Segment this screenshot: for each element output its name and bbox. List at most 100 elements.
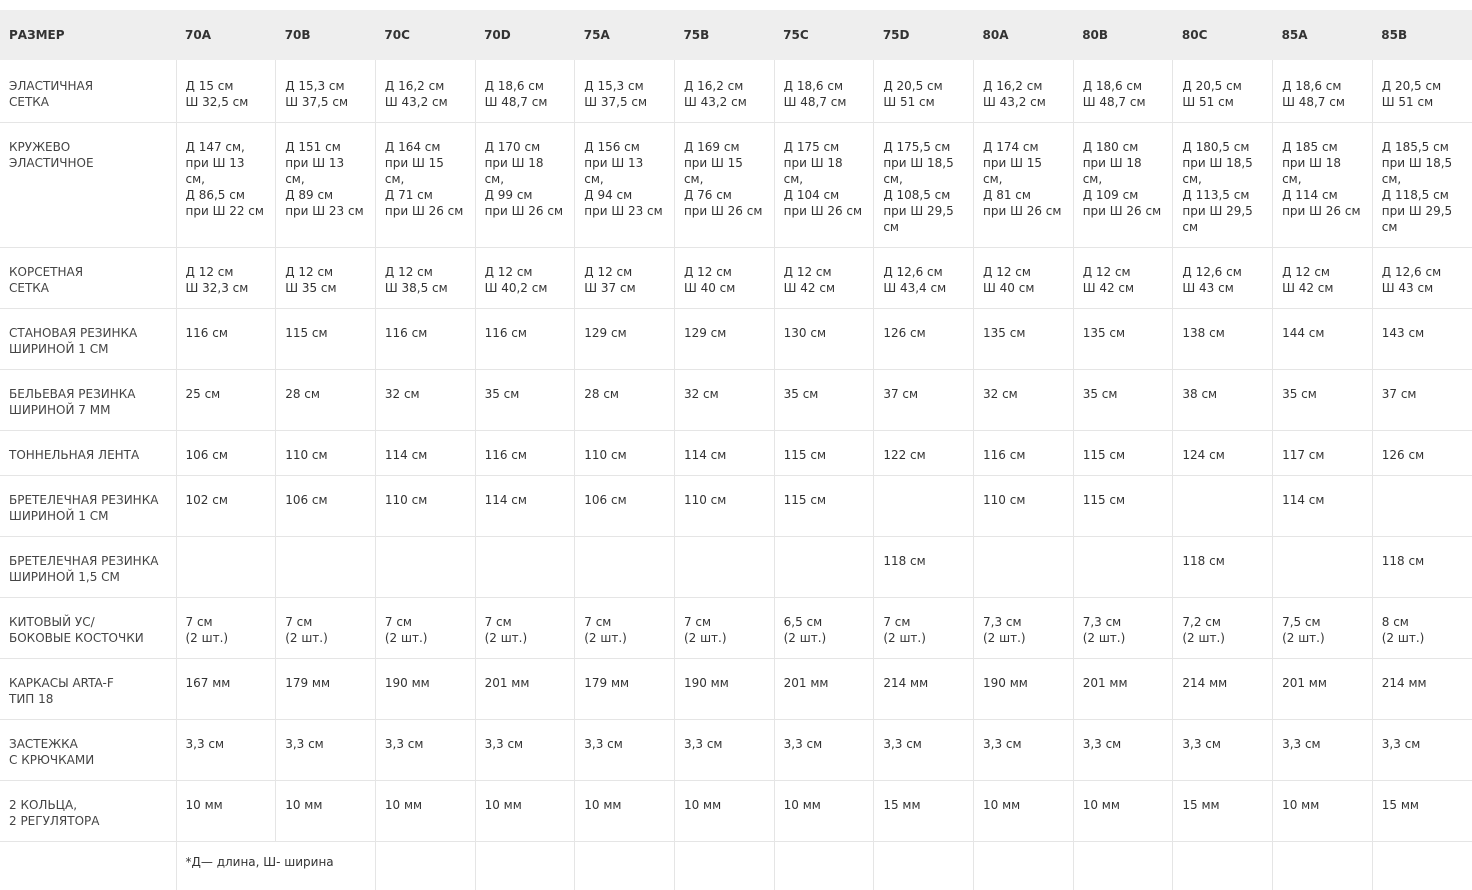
table-cell: 117 см [1273,431,1373,476]
table-cell: 3,3 см [475,720,575,781]
table-cell: Д 169 см при Ш 15 см, Д 76 см при Ш 26 с… [674,123,774,248]
table-cell: Д 16,2 см Ш 43,2 см [974,60,1074,123]
table-cell [475,537,575,598]
header-size-80b: 80B [1073,10,1173,60]
note-spacer [475,842,575,890]
table-cell: 3,3 см [575,720,675,781]
note-spacer [575,842,675,890]
table-cell: 201 мм [1273,659,1373,720]
row-label: ЗАСТЕЖКА С КРЮЧКАМИ [0,720,176,781]
table-cell: 7 см (2 шт.) [276,598,376,659]
note-row: *Д— длина, Ш- ширина [0,842,1472,890]
row-label: 2 КОЛЬЦА, 2 РЕГУЛЯТОРА [0,781,176,842]
table-cell: 10 мм [774,781,874,842]
table-cell: Д 15 см Ш 32,5 см [176,60,276,123]
table-cell [176,537,276,598]
table-cell: 35 см [475,370,575,431]
table-cell: Д 147 см, при Ш 13 см, Д 86,5 см при Ш 2… [176,123,276,248]
table-cell: 3,3 см [1273,720,1373,781]
header-size-85b: 85B [1372,10,1472,60]
table-cell: 6,5 см (2 шт.) [774,598,874,659]
table-cell: 10 мм [176,781,276,842]
table-cell: 114 см [674,431,774,476]
table-cell: 110 см [375,476,475,537]
table-cell: 110 см [575,431,675,476]
table-cell: 110 см [974,476,1074,537]
table-cell: 179 мм [276,659,376,720]
note-spacer [874,842,974,890]
header-size-75d: 75D [874,10,974,60]
note-spacer [1173,842,1273,890]
table-cell [774,537,874,598]
table-cell: 118 см [874,537,974,598]
table-cell: 7,5 см (2 шт.) [1273,598,1373,659]
table-cell: Д 12 см Ш 42 см [774,248,874,309]
table-cell: 28 см [276,370,376,431]
table-cell [276,537,376,598]
table-row: СТАНОВАЯ РЕЗИНКА ШИРИНОЙ 1 СМ116 см115 с… [0,309,1472,370]
table-cell: 35 см [1073,370,1173,431]
table-cell: 114 см [475,476,575,537]
table-cell [1073,537,1173,598]
table-cell: Д 20,5 см Ш 51 см [874,60,974,123]
table-cell: Д 16,2 см Ш 43,2 см [375,60,475,123]
table-cell: Д 164 см при Ш 15 см, Д 71 см при Ш 26 с… [375,123,475,248]
table-cell: 106 см [575,476,675,537]
table-cell: 124 см [1173,431,1273,476]
table-body: ЭЛАСТИЧНАЯ СЕТКАД 15 см Ш 32,5 смД 15,3 … [0,60,1472,890]
table-cell: 7,3 см (2 шт.) [974,598,1074,659]
table-cell: Д 12,6 см Ш 43 см [1372,248,1472,309]
table-cell: 10 мм [475,781,575,842]
table-cell: 10 мм [276,781,376,842]
table-cell: 135 см [1073,309,1173,370]
table-cell: 10 мм [375,781,475,842]
table-cell: 110 см [674,476,774,537]
table-cell: Д 20,5 см Ш 51 см [1372,60,1472,123]
row-label: КОРСЕТНАЯ СЕТКА [0,248,176,309]
note-spacer [1273,842,1373,890]
row-label: КАРКАСЫ ARTA-F ТИП 18 [0,659,176,720]
table-cell: Д 12 см Ш 42 см [1273,248,1373,309]
table-cell: 25 см [176,370,276,431]
table-cell: 118 см [1372,537,1472,598]
table-cell: Д 12,6 см Ш 43,4 см [874,248,974,309]
table-cell: 7 см (2 шт.) [375,598,475,659]
row-label: БЕЛЬЕВАЯ РЕЗИНКА ШИРИНОЙ 7 ММ [0,370,176,431]
table-cell: 138 см [1173,309,1273,370]
table-cell: 35 см [774,370,874,431]
table-cell: 167 мм [176,659,276,720]
table-cell: 114 см [1273,476,1373,537]
table-cell: 201 мм [1073,659,1173,720]
table-cell: Д 15,3 см Ш 37,5 см [276,60,376,123]
note-spacer [974,842,1074,890]
table-cell: 3,3 см [674,720,774,781]
note-spacer [774,842,874,890]
table-row: КРУЖЕВО ЭЛАСТИЧНОЕД 147 см, при Ш 13 см,… [0,123,1472,248]
row-label: БРЕТЕЛЕЧНАЯ РЕЗИНКА ШИРИНОЙ 1,5 СМ [0,537,176,598]
header-size-70d: 70D [475,10,575,60]
table-cell: 214 мм [874,659,974,720]
header-row: РАЗМЕР 70A70B70C70D75A75B75C75D80A80B80C… [0,10,1472,60]
table-cell: 8 см (2 шт.) [1372,598,1472,659]
table-row: БЕЛЬЕВАЯ РЕЗИНКА ШИРИНОЙ 7 ММ25 см28 см 3… [0,370,1472,431]
table-cell: 190 мм [974,659,1074,720]
table-cell: 144 см [1273,309,1373,370]
table-cell: 32 см [974,370,1074,431]
table-row: ТОННЕЛЬНАЯ ЛЕНТА106 см110 см114 см116 см… [0,431,1472,476]
footnote: *Д— длина, Ш- ширина [176,842,375,890]
table-row: БРЕТЕЛЕЧНАЯ РЕЗИНКА ШИРИНОЙ 1,5 СМ 118 см… [0,537,1472,598]
table-cell: 7 см (2 шт.) [874,598,974,659]
table-cell: 190 мм [375,659,475,720]
table-cell: Д 12 см Ш 40 см [674,248,774,309]
table-cell: 130 см [774,309,874,370]
table-cell: 102 см [176,476,276,537]
header-size-70a: 70A [176,10,276,60]
table-cell: 3,3 см [974,720,1074,781]
table-cell [874,476,974,537]
table-cell: 114 см [375,431,475,476]
table-cell: 126 см [874,309,974,370]
table-cell: 3,3 см [774,720,874,781]
table-cell: Д 12 см Ш 42 см [1073,248,1173,309]
table-cell: 3,3 см [1173,720,1273,781]
table-cell: Д 15,3 см Ш 37,5 см [575,60,675,123]
